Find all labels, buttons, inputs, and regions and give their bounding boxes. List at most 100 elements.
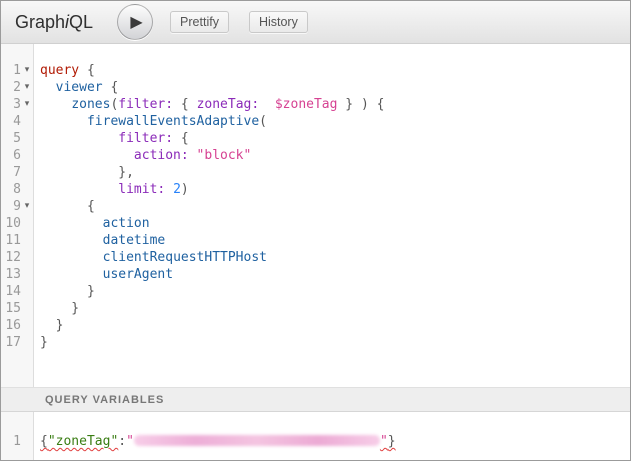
gutter-line: 3▾ — [1, 96, 33, 113]
code-line[interactable]: } — [40, 317, 630, 334]
gutter-line: 12 — [1, 249, 33, 266]
code-line[interactable]: limit: 2) — [40, 181, 630, 198]
code-token: filter: — [118, 131, 173, 146]
gutter-line: 16 — [1, 317, 33, 334]
code-token: $zoneTag — [275, 97, 338, 112]
fold-spacer — [21, 113, 33, 130]
code-line[interactable]: {"zoneTag":""} — [40, 433, 630, 450]
query-gutter-lines: 1▾2▾3▾456789▾1011121314151617 — [1, 44, 33, 351]
toolbar: GraphiQL ▶ Prettify History — [1, 1, 630, 44]
line-number: 6 — [1, 147, 21, 164]
prettify-button[interactable]: Prettify — [170, 11, 229, 33]
variables-title: QUERY VARIABLES — [45, 394, 164, 406]
history-button[interactable]: History — [249, 11, 308, 33]
code-token: viewer — [56, 80, 103, 95]
code-line[interactable]: clientRequestHTTPHost — [40, 249, 630, 266]
code-line[interactable]: { — [40, 198, 630, 215]
execute-button[interactable]: ▶ — [117, 4, 153, 40]
fold-arrow-icon[interactable]: ▾ — [21, 96, 33, 113]
variables-editor[interactable]: 1 {"zoneTag":""} — [1, 412, 630, 460]
logo-text-post: QL — [69, 12, 93, 32]
code-line[interactable]: datetime — [40, 232, 630, 249]
code-token: action — [103, 216, 150, 231]
gutter-line: 15 — [1, 300, 33, 317]
line-number: 1 — [1, 62, 21, 79]
fold-spacer — [21, 433, 33, 450]
code-line[interactable]: zones(filter: { zoneTag: $zoneTag } ) { — [40, 96, 630, 113]
code-token: userAgent — [103, 267, 173, 282]
code-line[interactable]: viewer { — [40, 79, 630, 96]
fold-spacer — [21, 164, 33, 181]
line-number: 16 — [1, 317, 21, 334]
code-token: } — [40, 301, 79, 316]
code-token — [189, 148, 197, 163]
query-code-lines[interactable]: query { viewer { zones(filter: { zoneTag… — [34, 44, 630, 387]
fold-arrow-icon[interactable]: ▾ — [21, 62, 33, 79]
code-token: } — [388, 434, 396, 449]
code-token: } ) { — [337, 97, 384, 112]
code-token: query — [40, 63, 79, 78]
code-line[interactable]: } — [40, 283, 630, 300]
gutter-line: 9▾ — [1, 198, 33, 215]
code-token — [40, 114, 87, 129]
code-line[interactable]: } — [40, 334, 630, 351]
code-token: } — [40, 335, 48, 350]
fold-arrow-icon[interactable]: ▾ — [21, 198, 33, 215]
code-line[interactable]: } — [40, 300, 630, 317]
code-token — [40, 148, 134, 163]
fold-spacer — [21, 334, 33, 351]
code-line[interactable]: }, — [40, 164, 630, 181]
gutter-line: 1 — [1, 433, 33, 450]
code-token — [165, 182, 173, 197]
code-line[interactable]: userAgent — [40, 266, 630, 283]
code-token: { — [103, 80, 119, 95]
code-token: zones — [71, 97, 110, 112]
code-token: } — [40, 284, 95, 299]
code-line[interactable]: firewallEventsAdaptive( — [40, 113, 630, 130]
code-token: { — [40, 199, 95, 214]
fold-spacer — [21, 317, 33, 334]
query-gutter: 1▾2▾3▾456789▾1011121314151617 — [1, 44, 34, 387]
code-token — [40, 131, 118, 146]
gutter-line: 1▾ — [1, 62, 33, 79]
code-token: ) — [181, 182, 189, 197]
gutter-line: 7 — [1, 164, 33, 181]
code-line[interactable]: action — [40, 215, 630, 232]
code-token: limit: — [118, 182, 165, 197]
line-number: 5 — [1, 130, 21, 147]
redacted-value — [134, 435, 380, 446]
fold-spacer — [21, 283, 33, 300]
query-editor[interactable]: 1▾2▾3▾456789▾1011121314151617 query { vi… — [1, 44, 630, 387]
fold-spacer — [21, 130, 33, 147]
line-number: 8 — [1, 181, 21, 198]
fold-spacer — [21, 249, 33, 266]
gutter-line: 10 — [1, 215, 33, 232]
code-line[interactable]: action: "block" — [40, 147, 630, 164]
code-token: { — [79, 63, 95, 78]
variables-code-lines[interactable]: {"zoneTag":""} — [34, 412, 630, 460]
code-token — [40, 182, 118, 197]
fold-arrow-icon[interactable]: ▾ — [21, 79, 33, 96]
line-number: 13 — [1, 266, 21, 283]
line-number: 17 — [1, 334, 21, 351]
line-number: 2 — [1, 79, 21, 96]
code-line[interactable]: query { — [40, 62, 630, 79]
line-number: 1 — [1, 433, 21, 450]
code-token — [40, 250, 103, 265]
code-token: " — [126, 434, 134, 449]
gutter-line: 4 — [1, 113, 33, 130]
line-number: 11 — [1, 232, 21, 249]
line-number: 9 — [1, 198, 21, 215]
fold-spacer — [21, 215, 33, 232]
fold-spacer — [21, 147, 33, 164]
code-token: 2 — [173, 182, 181, 197]
line-number: 10 — [1, 215, 21, 232]
gutter-line: 17 — [1, 334, 33, 351]
variables-header[interactable]: QUERY VARIABLES — [1, 387, 630, 412]
play-icon: ▶ — [130, 14, 142, 30]
graphiql-app: GraphiQL ▶ Prettify History 1▾2▾3▾456789… — [0, 0, 631, 461]
code-line[interactable]: filter: { — [40, 130, 630, 147]
gutter-line: 5 — [1, 130, 33, 147]
graphiql-logo: GraphiQL — [15, 12, 93, 33]
line-number: 12 — [1, 249, 21, 266]
